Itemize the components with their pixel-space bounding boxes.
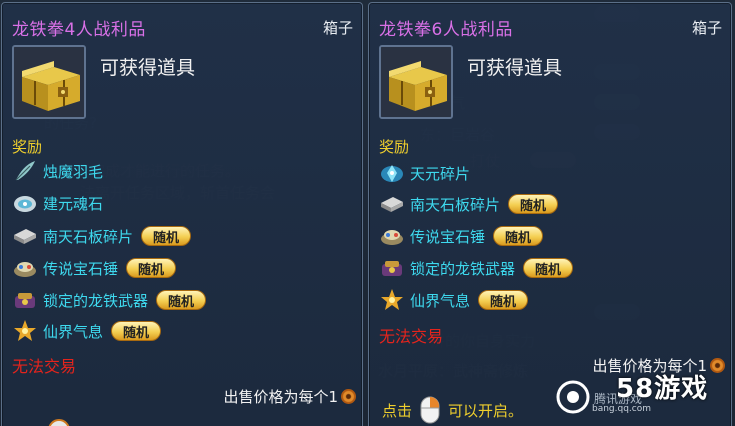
reward-item[interactable]: 锁定的龙铁武器 随机 (12, 286, 207, 314)
gem-hammer-icon (12, 255, 38, 281)
random-badge: 随机 (523, 258, 574, 278)
watermark-emblem-icon (556, 380, 590, 414)
random-badge: 随机 (478, 290, 529, 310)
sell-price: 出售价格为每个1 (223, 386, 356, 407)
loot-tooltip-6p: 龙铁拳6人战利品 箱子 可获得道具 奖励 天元碎片 南天石板碎片 随机 传说宝石… (368, 2, 732, 426)
reward-item[interactable]: 烛魔羽毛 (12, 157, 103, 185)
reward-item[interactable]: 建元魂石 (12, 189, 103, 217)
soul-stone-icon (12, 190, 38, 216)
item-name: 南天石板碎片 (410, 195, 501, 214)
item-name: 天元碎片 (410, 164, 471, 183)
watermark-brand: 58游戏 (616, 374, 709, 404)
untradable-label: 无法交易 (12, 357, 77, 376)
obtain-label: 可获得道具 (467, 57, 563, 79)
reward-item[interactable]: 仙界气息 随机 (12, 317, 162, 345)
item-name: 锁定的龙铁武器 (410, 259, 516, 278)
item-name: 传说宝石锤 (43, 259, 119, 278)
item-type: 箱子 (322, 19, 353, 37)
random-badge: 随机 (508, 194, 559, 214)
fairy-aura-icon (379, 287, 405, 313)
screenshot: { "tooltips": [ { "title": "龙铁拳4人战利品", "… (0, 0, 735, 426)
item-name: 仙界气息 (410, 291, 471, 310)
crystal-shard-icon (379, 160, 405, 186)
item-name: 烛魔羽毛 (43, 162, 104, 181)
mouse-right-click-icon (420, 396, 440, 424)
random-badge: 随机 (141, 226, 192, 246)
reward-item[interactable]: 传说宝石锤 随机 (379, 222, 544, 250)
treasure-chest-icon[interactable] (379, 45, 453, 119)
gem-hammer-icon (379, 223, 405, 249)
weapon-bundle-icon (379, 255, 405, 281)
open-hint: 点击 可以开启。 (382, 396, 523, 424)
stone-slab-icon (12, 223, 38, 249)
treasure-chest-icon[interactable] (12, 45, 86, 119)
item-type: 箱子 (691, 19, 722, 37)
reward-label: 奖励 (12, 138, 43, 156)
reward-item[interactable]: 传说宝石锤 随机 (12, 254, 177, 282)
item-name: 仙界气息 (43, 322, 104, 341)
random-badge: 随机 (111, 321, 162, 341)
watermark-url: bang.qq.com (592, 404, 652, 414)
stone-slab-icon (379, 191, 405, 217)
reward-item[interactable]: 南天石板碎片 随机 (12, 222, 192, 250)
partial-icon (48, 419, 70, 426)
obtain-label: 可获得道具 (100, 57, 196, 79)
item-name: 传说宝石锤 (410, 227, 486, 246)
open-hint-prefix: 点击 (382, 401, 413, 420)
random-badge: 随机 (126, 258, 177, 278)
sell-price-text: 出售价格为每个1 (223, 388, 338, 406)
watermark-logo: 腾讯游戏 58游戏 bang.qq.com (556, 368, 732, 426)
reward-item[interactable]: 天元碎片 (379, 159, 470, 187)
item-name: 锁定的龙铁武器 (43, 291, 149, 310)
random-badge: 随机 (493, 226, 544, 246)
reward-item[interactable]: 仙界气息 随机 (379, 286, 529, 314)
open-hint-suffix: 可以开启。 (448, 401, 524, 420)
reward-label: 奖励 (379, 138, 410, 156)
loot-tooltip-4p: 龙铁拳4人战利品 箱子 可获得道具 奖励 烛魔羽毛 建元魂石 南天石板碎片 随机… (1, 2, 363, 426)
reward-item[interactable]: 锁定的龙铁武器 随机 (379, 254, 574, 282)
feather-icon (12, 158, 38, 184)
copper-coin-icon (341, 389, 356, 404)
untradable-label: 无法交易 (379, 327, 444, 346)
item-name: 南天石板碎片 (43, 227, 134, 246)
random-badge: 随机 (156, 290, 207, 310)
fairy-aura-icon (12, 318, 38, 344)
reward-item[interactable]: 南天石板碎片 随机 (379, 190, 559, 218)
item-name: 建元魂石 (43, 194, 104, 213)
tooltip-title: 龙铁拳6人战利品 (379, 20, 513, 40)
tooltip-title: 龙铁拳4人战利品 (12, 20, 146, 40)
weapon-bundle-icon (12, 287, 38, 313)
